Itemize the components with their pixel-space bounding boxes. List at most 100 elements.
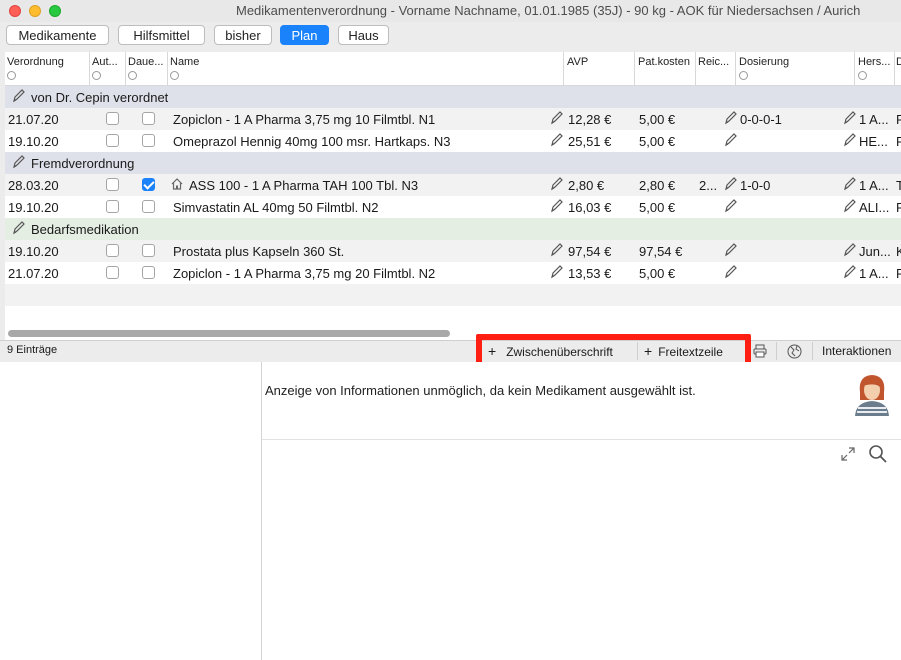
column-label: Dosierung xyxy=(739,56,790,68)
column-divider[interactable] xyxy=(634,52,635,85)
pencil-icon[interactable] xyxy=(723,110,737,126)
pencil-icon[interactable] xyxy=(842,198,856,214)
column-label: Daue... xyxy=(128,56,164,68)
pencil-icon[interactable] xyxy=(842,242,856,258)
pencil-icon[interactable] xyxy=(723,264,737,280)
pencil-icon[interactable] xyxy=(549,110,563,126)
cell-name: Simvastatin AL 40mg 50 Filmtbl. N2 xyxy=(173,200,379,215)
column-divider[interactable] xyxy=(563,52,564,85)
cell-date: 28.03.20 xyxy=(8,178,59,193)
cell-date: 19.10.20 xyxy=(8,200,59,215)
filter-radio[interactable] xyxy=(7,71,16,80)
pencil-icon[interactable] xyxy=(549,132,563,148)
expand-icon[interactable] xyxy=(840,446,856,462)
pencil-icon[interactable] xyxy=(723,242,737,258)
table-row[interactable]: 19.10.20 Omeprazol Hennig 40mg 100 msr. H… xyxy=(5,130,901,152)
pencil-icon[interactable] xyxy=(723,198,737,214)
cell-name: ASS 100 - 1 A Pharma TAH 100 Tbl. N3 xyxy=(189,178,419,193)
pencil-icon[interactable] xyxy=(11,154,25,170)
column-divider[interactable] xyxy=(735,52,736,85)
pencil-icon[interactable] xyxy=(842,132,856,148)
column-avp[interactable]: AVP xyxy=(567,56,633,68)
horizontal-scrollbar[interactable] xyxy=(8,330,450,337)
minimize-window-button[interactable] xyxy=(29,5,41,17)
pencil-icon[interactable] xyxy=(11,220,25,236)
cell-patkosten: 5,00 € xyxy=(639,200,676,215)
group-title: Bedarfsmedikation xyxy=(31,222,139,237)
checkbox-aut[interactable] xyxy=(106,134,119,147)
column-verordnung[interactable]: Verordnung xyxy=(7,56,87,80)
checkbox-aut[interactable] xyxy=(106,266,119,279)
column-divider[interactable] xyxy=(89,52,90,85)
column-aut[interactable]: Aut... xyxy=(92,56,124,80)
pencil-icon[interactable] xyxy=(11,88,25,104)
filter-radio[interactable] xyxy=(128,71,137,80)
checkbox-dauer[interactable] xyxy=(142,266,155,279)
tab-medikamente[interactable]: Medikamente xyxy=(6,25,109,45)
filter-radio[interactable] xyxy=(92,71,101,80)
left-info-panel xyxy=(0,362,262,660)
cell-date: 21.07.20 xyxy=(8,266,59,281)
column-dauer[interactable]: Daue... xyxy=(128,56,166,80)
tab-haus[interactable]: Haus xyxy=(338,25,389,45)
checkbox-aut[interactable] xyxy=(106,244,119,257)
column-divider[interactable] xyxy=(167,52,168,85)
checkbox-aut[interactable] xyxy=(106,178,119,191)
cell-avp: 97,54 € xyxy=(568,244,612,259)
column-divider[interactable] xyxy=(125,52,126,85)
checkbox-aut[interactable] xyxy=(106,112,119,125)
info-panel: Anzeige von Informationen unmöglich, da … xyxy=(262,362,901,660)
table-row[interactable]: 19.10.20 Simvastatin AL 40mg 50 Filmtbl. … xyxy=(5,196,901,218)
checkbox-dauer[interactable] xyxy=(142,112,155,125)
checkbox-dauer[interactable] xyxy=(142,200,155,213)
column-reichweite[interactable]: Reic... xyxy=(698,56,734,68)
checkbox-dauer[interactable] xyxy=(142,134,155,147)
pencil-icon[interactable] xyxy=(549,264,563,280)
tab-bisher[interactable]: bisher xyxy=(214,25,272,45)
checkbox-aut[interactable] xyxy=(106,200,119,213)
group-title: Fremdverordnung xyxy=(31,156,135,171)
globe-button[interactable] xyxy=(776,342,811,360)
close-window-button[interactable] xyxy=(9,5,21,17)
tab-plan[interactable]: Plan xyxy=(280,25,329,45)
group-header-row[interactable]: Bedarfsmedikation xyxy=(5,218,901,240)
cell-d: K xyxy=(896,244,901,259)
entry-count: 9 Einträge xyxy=(7,344,58,356)
pencil-icon[interactable] xyxy=(842,110,856,126)
column-hersteller[interactable]: Hers... xyxy=(858,56,894,80)
pencil-icon[interactable] xyxy=(723,132,737,148)
column-divider[interactable] xyxy=(894,52,895,85)
table-row[interactable]: 19.10.20 Prostata plus Kapseln 360 St. 97,… xyxy=(5,240,901,262)
group-title: von Dr. Cepin verordnet xyxy=(31,90,169,105)
group-header-row[interactable]: Fremdverordnung xyxy=(5,152,901,174)
filter-radio[interactable] xyxy=(739,71,748,80)
column-dosierung[interactable]: Dosierung xyxy=(739,56,853,80)
filter-radio[interactable] xyxy=(170,71,179,80)
table-row[interactable]: 21.07.20 Zopiclon - 1 A Pharma 3,75 mg 10… xyxy=(5,108,901,130)
interactions-button[interactable]: Interaktionen xyxy=(812,342,901,360)
table-row[interactable]: 28.03.20 ASS 100 - 1 A Pharma TAH 100 Tbl… xyxy=(5,174,901,196)
empty-row xyxy=(5,284,901,306)
checkbox-dauer[interactable] xyxy=(142,178,155,191)
table-row[interactable]: 21.07.20 Zopiclon - 1 A Pharma 3,75 mg 20… xyxy=(5,262,901,284)
pencil-icon[interactable] xyxy=(549,176,563,192)
pencil-icon[interactable] xyxy=(842,176,856,192)
pencil-icon[interactable] xyxy=(723,176,737,192)
pencil-icon[interactable] xyxy=(842,264,856,280)
column-name[interactable]: Name xyxy=(170,56,560,80)
pencil-icon[interactable] xyxy=(549,242,563,258)
title-bar: Medikamentenverordnung - Vorname Nachnam… xyxy=(0,0,901,22)
column-divider[interactable] xyxy=(854,52,855,85)
column-d[interactable]: D xyxy=(896,56,901,68)
column-patkosten[interactable]: Pat.kosten xyxy=(638,56,694,68)
checkbox-dauer[interactable] xyxy=(142,244,155,257)
tab-hilfsmittel[interactable]: Hilfsmittel xyxy=(118,25,205,45)
group-header-row[interactable]: von Dr. Cepin verordnet xyxy=(5,86,901,108)
cell-date: 19.10.20 xyxy=(8,244,59,259)
filter-radio[interactable] xyxy=(858,71,867,80)
zoom-window-button[interactable] xyxy=(49,5,61,17)
medication-table: Verordnung Aut... Daue... Name AVP Pat.k… xyxy=(5,52,901,340)
search-icon[interactable] xyxy=(868,444,888,464)
column-divider[interactable] xyxy=(695,52,696,85)
pencil-icon[interactable] xyxy=(549,198,563,214)
